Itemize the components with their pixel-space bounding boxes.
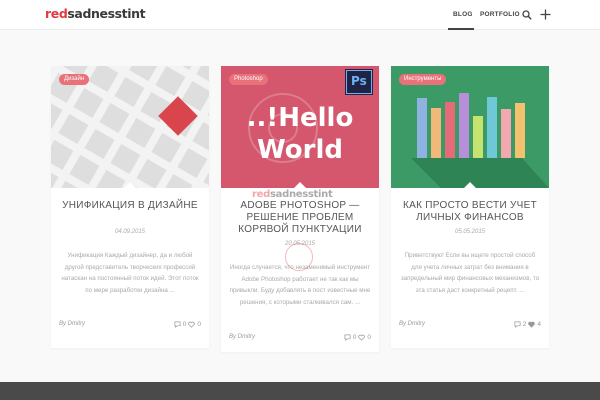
post-thumbnail[interactable]: Инструменты — [391, 66, 549, 188]
thumbnail-notch — [294, 182, 306, 188]
heart-icon[interactable] — [358, 334, 366, 341]
post-meta: 0 0 — [344, 334, 371, 341]
post-card[interactable]: Дизайн УНИФИКАЦИЯ В ДИЗАЙНЕ 04.09.2015 У… — [51, 66, 209, 348]
post-card[interactable]: Ps ..!Hello World Photoshop redsadnessti… — [221, 66, 379, 352]
site-footer — [0, 382, 600, 400]
post-meta: 0 0 — [174, 321, 201, 328]
nav-blog[interactable]: BLOG — [453, 11, 473, 18]
site-header: redsadnesstint BLOG PORTFOLIO — [0, 0, 600, 30]
comment-icon[interactable] — [514, 321, 521, 328]
heart-icon[interactable] — [528, 321, 536, 328]
nav-active-indicator — [448, 28, 474, 30]
like-count: 0 — [197, 321, 201, 328]
search-icon[interactable] — [522, 10, 532, 20]
post-date: 04.09.2015 — [114, 229, 146, 235]
like-count: 4 — [537, 321, 541, 328]
comment-count: 0 — [182, 321, 187, 328]
post-title[interactable]: УНИФИКАЦИЯ В ДИЗАЙНЕ — [59, 200, 201, 212]
post-meta: 2 4 — [514, 321, 541, 328]
like-count: 0 — [367, 334, 371, 341]
comment-count: 2 — [522, 321, 527, 328]
post-author[interactable]: By Dmitry — [229, 334, 255, 340]
post-card[interactable]: Инструменты КАК ПРОСТО ВЕСТИ УЧЕТ ЛИЧНЫХ… — [391, 66, 549, 348]
thumbnail-notch — [464, 182, 476, 188]
category-badge[interactable]: Photoshop — [229, 74, 268, 85]
comment-icon[interactable] — [344, 334, 351, 341]
post-author[interactable]: By Dmitry — [59, 321, 85, 327]
category-badge[interactable]: Инструменты — [399, 74, 447, 85]
thumbnail-notch — [124, 182, 136, 188]
post-date: 05.05.2015 — [454, 229, 486, 235]
post-excerpt: Унификация Каждый дизайнер, да и любой д… — [61, 252, 199, 294]
nav-portfolio[interactable]: PORTFOLIO — [480, 11, 520, 18]
hello-world-text: ..!Hello World — [246, 103, 354, 165]
post-thumbnail[interactable]: Ps ..!Hello World Photoshop — [221, 66, 379, 188]
heart-icon[interactable] — [188, 321, 196, 328]
post-excerpt: Приветствую! Если вы ищете простой спосо… — [400, 252, 540, 294]
post-title[interactable]: КАК ПРОСТО ВЕСТИ УЧЕТ ЛИЧНЫХ ФИНАНСОВ — [399, 200, 541, 224]
logo-watermark: redsadnesstint — [252, 189, 333, 200]
photoshop-icon: Ps — [351, 74, 367, 88]
comment-icon[interactable] — [174, 321, 181, 328]
loading-spinner — [285, 243, 313, 271]
category-badge[interactable]: Дизайн — [59, 74, 90, 85]
post-title[interactable]: ADOBE PHOTOSHOP — РЕШЕНИЕ ПРОБЛЕМ КОРЯВО… — [229, 200, 371, 236]
post-author[interactable]: By Dmitry — [399, 321, 425, 327]
site-logo[interactable]: redsadnesstint — [45, 7, 146, 21]
post-thumbnail[interactable]: Дизайн — [51, 66, 209, 188]
comment-count: 0 — [352, 334, 357, 341]
plus-icon[interactable] — [540, 9, 551, 20]
